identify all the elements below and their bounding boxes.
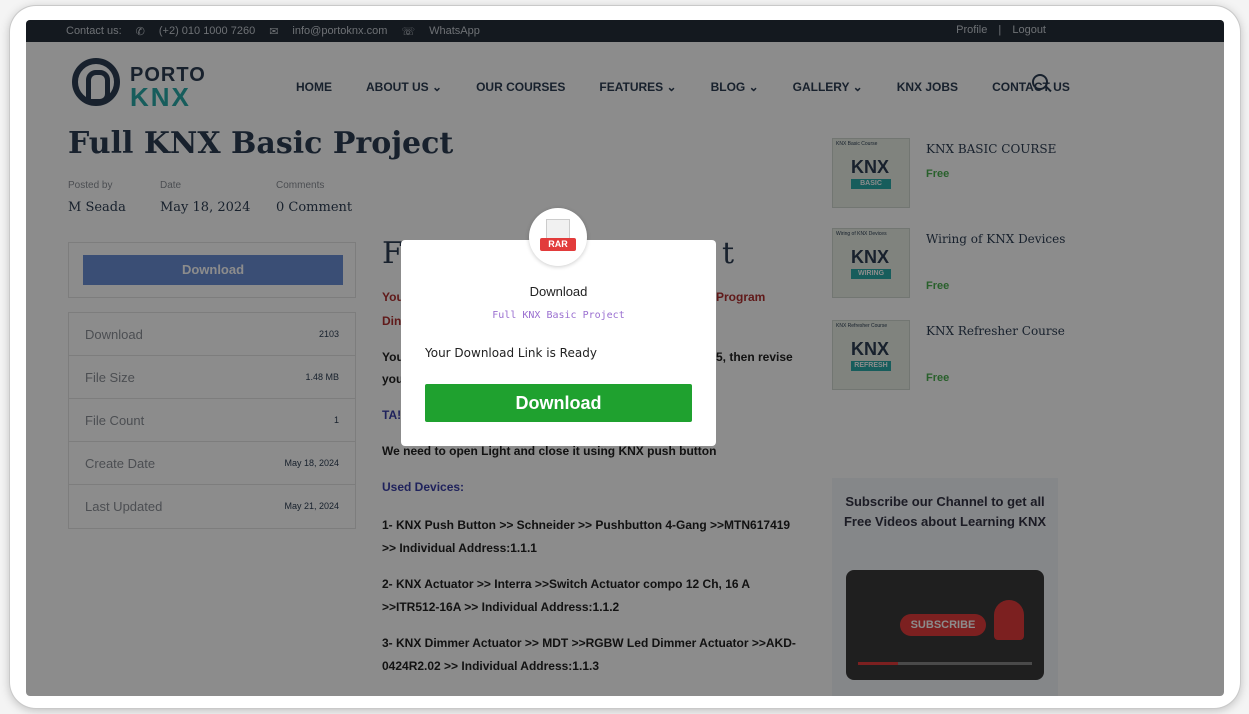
modal-ready-text: Your Download Link is Ready — [425, 346, 597, 360]
rar-badge: RAR — [540, 238, 576, 251]
download-modal: RAR Download Full KNX Basic Project Your… — [401, 208, 716, 446]
modal-subtitle: Full KNX Basic Project — [492, 310, 625, 321]
modal-title: Download — [529, 284, 588, 299]
rar-file-icon: RAR — [529, 208, 587, 266]
device-frame: Contact us: ✆ (+2) 010 1000 7260 ✉ info@… — [10, 6, 1240, 708]
modal-download-button[interactable]: Download — [425, 384, 692, 422]
browser-viewport: Contact us: ✆ (+2) 010 1000 7260 ✉ info@… — [26, 20, 1224, 696]
